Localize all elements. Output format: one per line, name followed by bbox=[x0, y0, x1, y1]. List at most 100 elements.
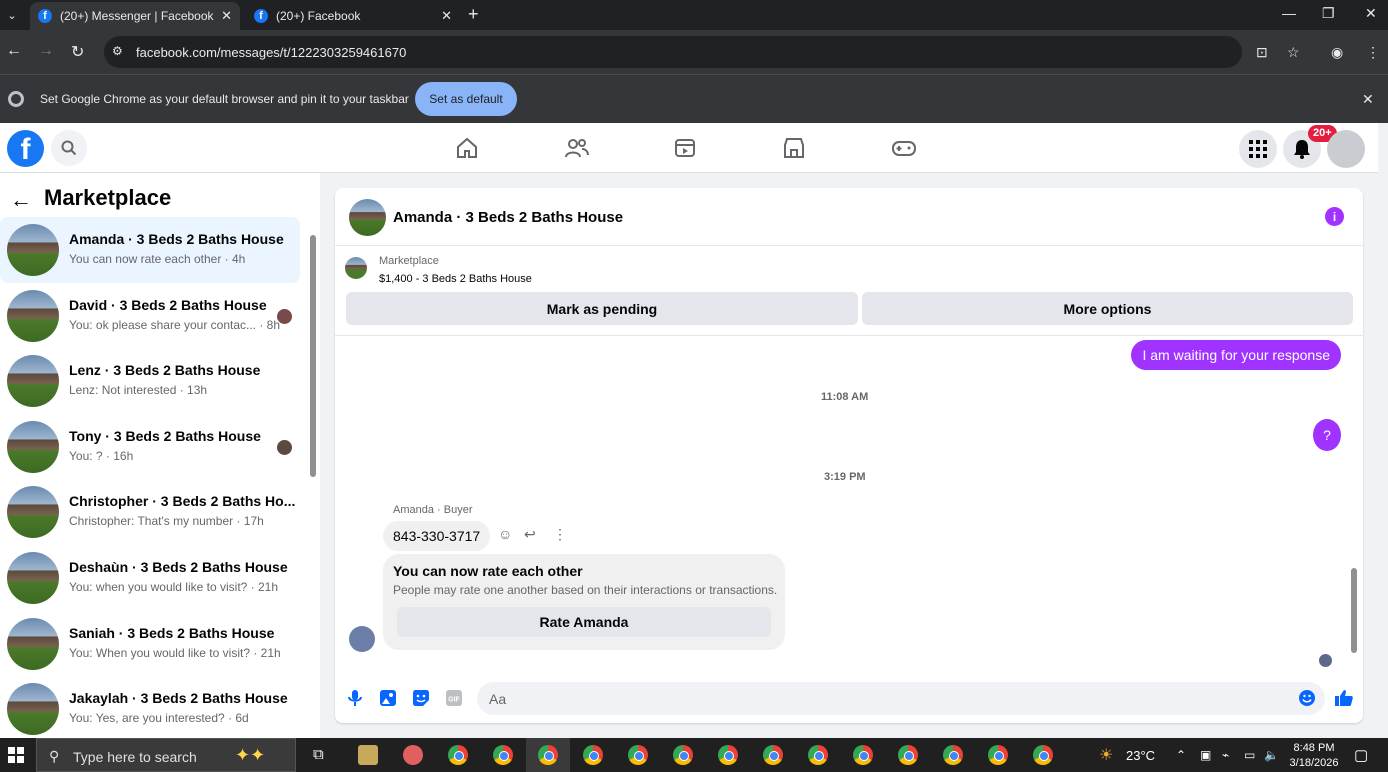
chrome-icon[interactable] bbox=[583, 745, 603, 765]
app-icon[interactable] bbox=[403, 745, 423, 765]
scrollbar-thumb[interactable] bbox=[1351, 568, 1357, 653]
maximize-icon[interactable]: ❐ bbox=[1322, 5, 1335, 22]
install-app-icon[interactable]: ⊡ bbox=[1256, 44, 1268, 61]
more-options-button[interactable]: More options bbox=[862, 292, 1353, 325]
rate-amanda-button[interactable]: Rate Amanda bbox=[397, 607, 771, 637]
conversation-list-scrollbar[interactable] bbox=[308, 217, 318, 737]
conversation-item[interactable]: Jakaylah · 3 Beds 2 Baths House You: Yes… bbox=[0, 676, 300, 742]
address-bar[interactable]: ⚙ facebook.com/messages/t/12223032594616… bbox=[104, 36, 1242, 68]
minimize-icon[interactable]: — bbox=[1282, 5, 1296, 21]
reload-icon[interactable]: ↻ bbox=[71, 42, 84, 62]
account-avatar[interactable] bbox=[1327, 130, 1365, 168]
new-tab-icon[interactable]: + bbox=[468, 4, 479, 25]
window-close-icon[interactable]: ✕ bbox=[1365, 5, 1377, 22]
message-input[interactable] bbox=[477, 682, 1325, 715]
outgoing-message[interactable]: ? bbox=[1313, 419, 1341, 451]
chrome-icon[interactable] bbox=[538, 745, 558, 765]
display-icon[interactable]: ▭ bbox=[1244, 748, 1255, 762]
message-scrollbar[interactable] bbox=[1347, 336, 1361, 666]
search-icon: ⚲ bbox=[49, 748, 60, 764]
network-icon[interactable]: ⌁ bbox=[1222, 748, 1229, 762]
microphone-icon[interactable] bbox=[346, 689, 364, 707]
listing-thumbnail bbox=[7, 683, 59, 736]
taskbar-search-box[interactable]: ⚲ Type here to search ✦✦ bbox=[36, 738, 296, 772]
marketplace-icon[interactable] bbox=[782, 136, 808, 160]
chrome-menu-icon[interactable]: ⋮ bbox=[1366, 44, 1380, 61]
chrome-icon[interactable] bbox=[943, 745, 963, 765]
page-scrollbar[interactable] bbox=[1378, 123, 1388, 738]
outgoing-message[interactable]: I am waiting for your response bbox=[1131, 340, 1341, 370]
sticker-icon[interactable] bbox=[412, 689, 430, 707]
menu-grid-icon[interactable] bbox=[1239, 130, 1277, 168]
reply-icon[interactable]: ↩ bbox=[524, 526, 536, 543]
search-highlights-icon[interactable]: ✦✦ bbox=[235, 745, 265, 766]
friends-icon[interactable] bbox=[564, 136, 590, 160]
info-icon[interactable]: i bbox=[1325, 207, 1344, 226]
chat-title[interactable]: Amanda · 3 Beds 2 Baths House bbox=[393, 209, 623, 226]
emoji-icon[interactable] bbox=[1298, 689, 1316, 707]
weather-icon[interactable]: ☀ bbox=[1099, 745, 1113, 765]
forward-icon[interactable]: → bbox=[38, 42, 54, 60]
chrome-icon[interactable] bbox=[988, 745, 1008, 765]
tab-facebook[interactable]: f (20+) Facebook ✕ bbox=[246, 2, 460, 30]
back-icon[interactable]: ← bbox=[6, 42, 22, 60]
buyer-avatar[interactable] bbox=[349, 626, 375, 652]
photo-icon[interactable] bbox=[379, 689, 397, 707]
conversation-item[interactable]: Deshaùn · 3 Beds 2 Baths House You: when… bbox=[0, 545, 300, 611]
listing-thumbnail[interactable] bbox=[345, 257, 367, 279]
tab-messenger[interactable]: f (20+) Messenger | Facebook ✕ bbox=[30, 2, 240, 30]
back-arrow-icon[interactable]: ← bbox=[10, 187, 32, 213]
gaming-icon[interactable] bbox=[891, 136, 917, 160]
listing-price-title[interactable]: $1,400 - 3 Beds 2 Baths House bbox=[379, 273, 532, 285]
chrome-icon[interactable] bbox=[628, 745, 648, 765]
listing-thumbnail bbox=[7, 551, 59, 604]
search-icon[interactable] bbox=[51, 130, 87, 166]
chrome-icon[interactable] bbox=[673, 745, 693, 765]
chrome-icon[interactable] bbox=[808, 745, 828, 765]
notifications-icon[interactable]: ▢ bbox=[1354, 746, 1368, 764]
video-icon[interactable] bbox=[673, 136, 699, 160]
conversation-item[interactable]: Amanda · 3 Beds 2 Baths House You can no… bbox=[0, 217, 300, 283]
url-text[interactable]: facebook.com/messages/t/1222303259461670 bbox=[136, 45, 406, 60]
incoming-message[interactable]: 843-330-3717 bbox=[383, 521, 491, 551]
react-emoji-icon[interactable]: ☺ bbox=[498, 526, 512, 542]
more-actions-icon[interactable]: ⋮ bbox=[553, 526, 567, 543]
conversation-item[interactable]: Tony · 3 Beds 2 Baths House You: ? · 16h bbox=[0, 414, 300, 480]
close-tab-icon[interactable]: ✕ bbox=[221, 8, 232, 24]
chrome-icon[interactable] bbox=[853, 745, 873, 765]
tray-overflow-icon[interactable]: ⌃ bbox=[1176, 748, 1186, 762]
weather-temperature[interactable]: 23°C bbox=[1126, 748, 1155, 763]
task-view-icon[interactable]: ⧉ bbox=[313, 746, 324, 763]
chrome-icon[interactable] bbox=[718, 745, 738, 765]
tray-app-icon[interactable]: ▣ bbox=[1200, 748, 1211, 762]
scrollbar-thumb[interactable] bbox=[310, 235, 316, 477]
close-tab-icon[interactable]: ✕ bbox=[441, 8, 452, 24]
facebook-logo-icon[interactable]: f bbox=[7, 130, 44, 167]
chrome-icon[interactable] bbox=[763, 745, 783, 765]
conversation-item[interactable]: David · 3 Beds 2 Baths House You: ok ple… bbox=[0, 283, 300, 349]
conversation-item[interactable]: Christopher · 3 Beds 2 Baths Ho... Chris… bbox=[0, 479, 300, 545]
bookmark-star-icon[interactable]: ☆ bbox=[1287, 44, 1300, 61]
chrome-icon[interactable] bbox=[898, 745, 918, 765]
gif-icon[interactable]: GIF bbox=[445, 689, 463, 707]
conversation-item[interactable]: Saniah · 3 Beds 2 Baths House You: When … bbox=[0, 611, 300, 677]
chrome-icon[interactable] bbox=[448, 745, 468, 765]
volume-icon[interactable]: 🔈 bbox=[1264, 748, 1279, 762]
infobar-close-icon[interactable]: ✕ bbox=[1362, 91, 1374, 108]
chrome-icon[interactable] bbox=[1033, 745, 1053, 765]
file-explorer-icon[interactable] bbox=[358, 745, 378, 765]
chat-panel: Amanda · 3 Beds 2 Baths House i Marketpl… bbox=[335, 188, 1363, 723]
windows-start-icon[interactable] bbox=[8, 747, 24, 763]
thumbs-up-icon[interactable] bbox=[1334, 689, 1353, 707]
read-receipt-avatar bbox=[277, 439, 292, 455]
chrome-icon[interactable] bbox=[493, 745, 513, 765]
chat-avatar[interactable] bbox=[349, 199, 386, 236]
site-info-icon[interactable]: ⚙ bbox=[112, 44, 128, 60]
system-clock[interactable]: 8:48 PM 3/18/2026 bbox=[1288, 741, 1340, 771]
profile-icon[interactable]: ◉ bbox=[1331, 44, 1343, 61]
home-icon[interactable] bbox=[455, 136, 481, 160]
set-default-button[interactable]: Set as default bbox=[415, 82, 517, 116]
mark-as-pending-button[interactable]: Mark as pending bbox=[346, 292, 858, 325]
conversation-item[interactable]: Lenz · 3 Beds 2 Baths House Lenz: Not in… bbox=[0, 348, 300, 414]
tab-search-icon[interactable]: ⌄ bbox=[0, 0, 24, 30]
